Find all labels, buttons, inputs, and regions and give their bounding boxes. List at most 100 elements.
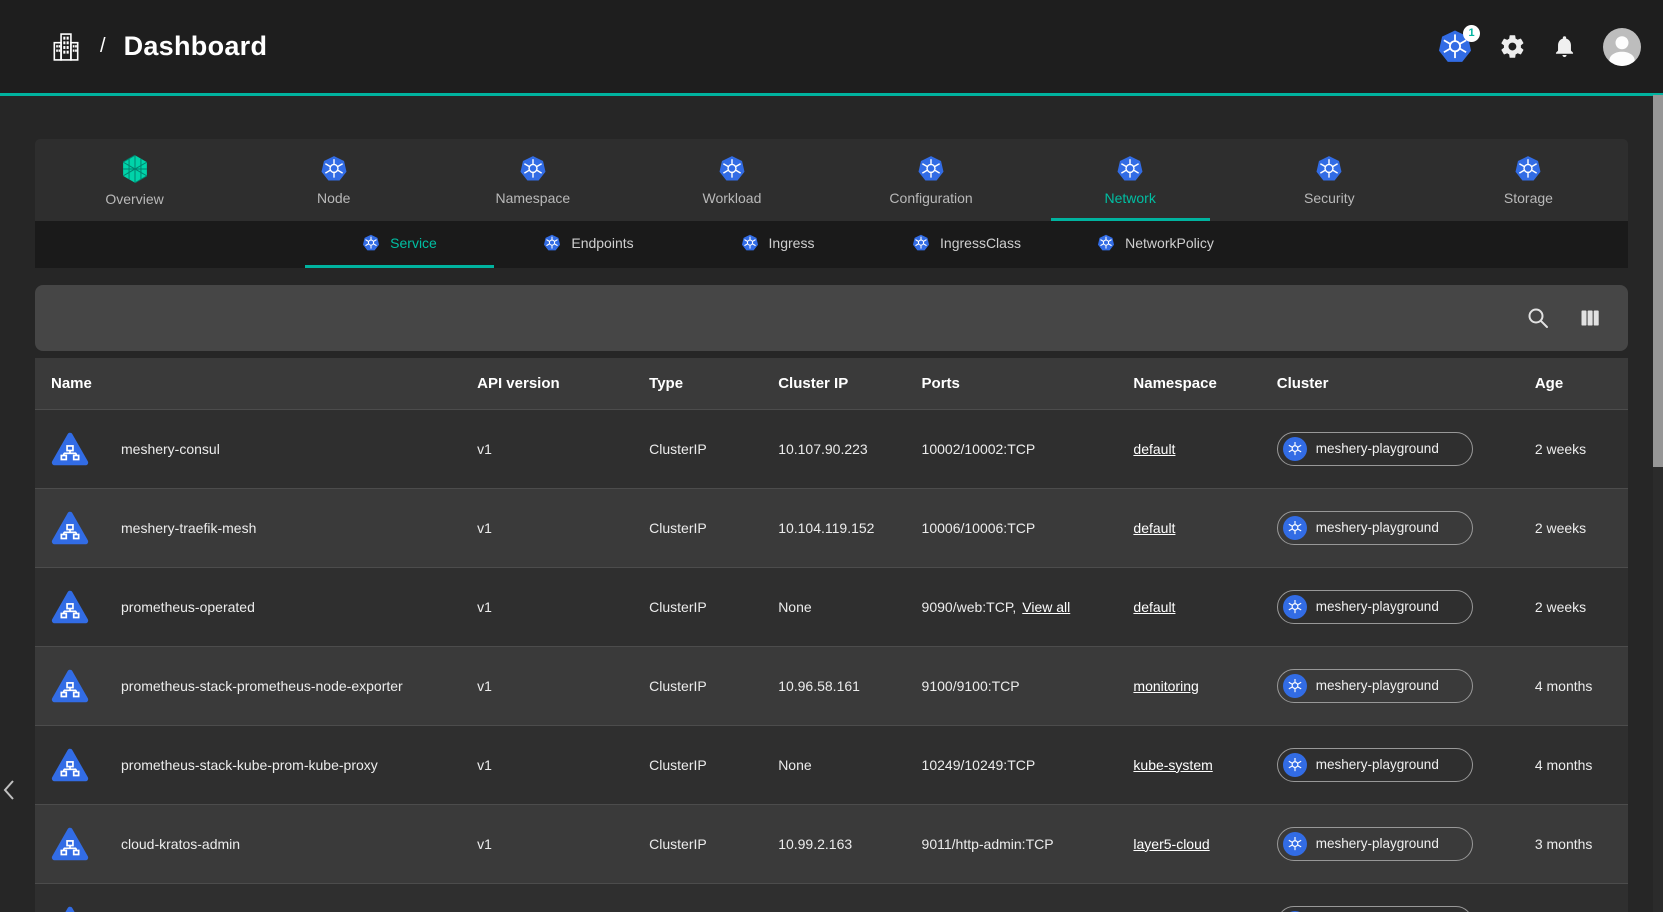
- namespace-link[interactable]: default: [1133, 599, 1175, 615]
- cluster-ip-cell: 10.96.58.161: [766, 646, 909, 725]
- age-cell: [1523, 883, 1628, 912]
- kubernetes-icon: [543, 234, 561, 252]
- namespace-link[interactable]: default: [1133, 441, 1175, 457]
- type-cell: ClusterIP: [637, 646, 766, 725]
- scrollbar: [1653, 95, 1663, 912]
- type-cell: [637, 883, 766, 912]
- ports-cell: 9011/http-admin:TCP: [910, 804, 1122, 883]
- table-row[interactable]: cloud-kratos-admin v1 ClusterIP 10.99.2.…: [35, 804, 1628, 883]
- table-row[interactable]: prometheus-operated v1 ClusterIP None 90…: [35, 567, 1628, 646]
- search-icon[interactable]: [1526, 306, 1550, 330]
- column-header-namespace[interactable]: Namespace: [1121, 358, 1264, 409]
- kubernetes-icon: [320, 155, 348, 183]
- column-header-ports[interactable]: Ports: [910, 358, 1122, 409]
- column-header-cluster-ip[interactable]: Cluster IP: [766, 358, 909, 409]
- kubernetes-icon: [1283, 753, 1307, 777]
- tab-security[interactable]: Security: [1230, 139, 1429, 221]
- column-header-api-version[interactable]: API version: [465, 358, 637, 409]
- column-header-type[interactable]: Type: [637, 358, 766, 409]
- organization-building-icon[interactable]: [50, 31, 82, 63]
- cluster-ip-cell: None: [766, 567, 909, 646]
- kubernetes-icon: [912, 234, 930, 252]
- age-cell: 2 weeks: [1523, 567, 1628, 646]
- subtab-networkpolicy[interactable]: NetworkPolicy: [1061, 221, 1250, 268]
- kubernetes-icon: [1283, 437, 1307, 461]
- ports-cell: [910, 883, 1122, 912]
- subtab-endpoints[interactable]: Endpoints: [494, 221, 683, 268]
- ports-cell: 10249/10249:TCP: [910, 725, 1122, 804]
- cluster-chip[interactable]: meshery-playground: [1277, 748, 1473, 782]
- table-toolbar: [35, 285, 1628, 351]
- cluster-chip[interactable]: meshery-playground: [1277, 432, 1473, 466]
- tab-configuration[interactable]: Configuration: [832, 139, 1031, 221]
- ports-cell: 9100/9100:TCP: [910, 646, 1122, 725]
- namespace-link[interactable]: kube-system: [1133, 757, 1212, 773]
- user-avatar[interactable]: [1603, 28, 1641, 66]
- namespace-link[interactable]: monitoring: [1133, 678, 1198, 694]
- network-resource-subtabs: Service Endpoints Ingress IngressClass: [35, 221, 1628, 268]
- table-row[interactable]: meshery-traefik-mesh v1 ClusterIP 10.104…: [35, 488, 1628, 567]
- api-version-cell: v1: [465, 804, 637, 883]
- kubernetes-icon: [741, 234, 759, 252]
- scrollbar-thumb[interactable]: [1653, 95, 1663, 467]
- table-row[interactable]: meshery-consul v1 ClusterIP 10.107.90.22…: [35, 409, 1628, 488]
- app-header: / Dashboard 1: [0, 0, 1663, 93]
- tab-overview[interactable]: Overview: [35, 139, 234, 221]
- kubernetes-icon: [1315, 155, 1343, 183]
- view-all-ports-link[interactable]: View all: [1022, 599, 1070, 615]
- tab-network[interactable]: Network: [1031, 139, 1230, 221]
- column-header-age[interactable]: Age: [1523, 358, 1628, 409]
- service-resource-icon: [51, 827, 89, 861]
- cluster-chip[interactable]: meshery-playground: [1277, 906, 1473, 912]
- breadcrumb: / Dashboard: [50, 31, 267, 63]
- table-row[interactable]: meshery meshery-playground: [35, 883, 1628, 912]
- kubernetes-icon: [1283, 674, 1307, 698]
- context-count-badge: 1: [1463, 25, 1480, 42]
- tab-namespace[interactable]: Namespace: [433, 139, 632, 221]
- settings-gear-icon[interactable]: [1499, 33, 1526, 60]
- namespace-link[interactable]: layer5-cloud: [1133, 836, 1209, 852]
- cluster-chip[interactable]: meshery-playground: [1277, 669, 1473, 703]
- type-cell: ClusterIP: [637, 409, 766, 488]
- api-version-cell: v1: [465, 567, 637, 646]
- service-resource-icon: [51, 748, 89, 782]
- type-cell: ClusterIP: [637, 488, 766, 567]
- ports-cell: 9090/web:TCP,View all: [910, 567, 1122, 646]
- cluster-ip-cell: 10.104.119.152: [766, 488, 909, 567]
- service-name: meshery-traefik-mesh: [121, 520, 256, 536]
- tab-workload[interactable]: Workload: [632, 139, 831, 221]
- table-header-row: Name API version Type Cluster IP Ports N…: [35, 358, 1628, 409]
- ports-cell: 10006/10006:TCP: [910, 488, 1122, 567]
- service-name: prometheus-stack-kube-prom-kube-proxy: [121, 757, 378, 773]
- column-header-name[interactable]: Name: [35, 358, 465, 409]
- subtab-ingressclass[interactable]: IngressClass: [872, 221, 1061, 268]
- cluster-ip-cell: 10.99.2.163: [766, 804, 909, 883]
- age-cell: 3 months: [1523, 804, 1628, 883]
- accent-divider: [0, 93, 1663, 96]
- kubernetes-icon: [1283, 595, 1307, 619]
- kubernetes-icon: [1283, 516, 1307, 540]
- notifications-bell-icon[interactable]: [1552, 34, 1577, 59]
- tab-storage[interactable]: Storage: [1429, 139, 1628, 221]
- column-header-cluster[interactable]: Cluster: [1265, 358, 1523, 409]
- tab-node[interactable]: Node: [234, 139, 433, 221]
- cluster-ip-cell: None: [766, 725, 909, 804]
- subtab-ingress[interactable]: Ingress: [683, 221, 872, 268]
- table-row[interactable]: prometheus-stack-prometheus-node-exporte…: [35, 646, 1628, 725]
- kubernetes-context-button[interactable]: 1: [1437, 29, 1473, 65]
- cluster-chip[interactable]: meshery-playground: [1277, 511, 1473, 545]
- ports-cell: 10002/10002:TCP: [910, 409, 1122, 488]
- kubernetes-icon: [362, 234, 380, 252]
- type-cell: ClusterIP: [637, 567, 766, 646]
- view-columns-icon[interactable]: [1578, 306, 1602, 330]
- cluster-chip[interactable]: meshery-playground: [1277, 827, 1473, 861]
- kubernetes-icon: [1514, 155, 1542, 183]
- cluster-chip[interactable]: meshery-playground: [1277, 590, 1473, 624]
- namespace-link[interactable]: default: [1133, 520, 1175, 536]
- subtab-service[interactable]: Service: [305, 221, 494, 268]
- table-row[interactable]: prometheus-stack-kube-prom-kube-proxy v1…: [35, 725, 1628, 804]
- page-title: Dashboard: [124, 31, 268, 62]
- kubernetes-icon: [1097, 234, 1115, 252]
- drawer-collapse-button[interactable]: [2, 778, 20, 802]
- service-resource-icon: [51, 511, 89, 545]
